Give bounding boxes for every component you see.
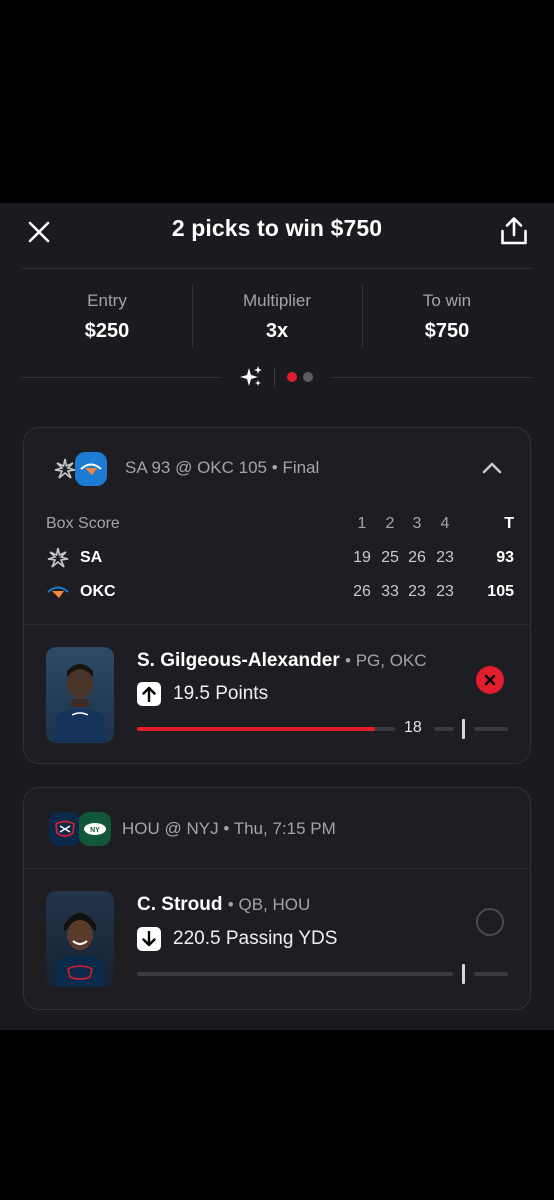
quarter-header: 2 — [385, 515, 395, 532]
box-score-label: Box Score — [46, 515, 120, 532]
chevron-up-icon[interactable] — [480, 456, 504, 480]
progress-track-over — [474, 727, 508, 731]
pick-detail-sheet: 2 picks to win $750 Entry $250 Multiplie… — [0, 203, 554, 1030]
quarter-score: 23 — [436, 549, 454, 566]
quarter-score: 23 — [408, 583, 426, 600]
player-headshot-icon — [54, 913, 106, 987]
total-score: 105 — [487, 583, 514, 600]
team-logos: NY — [49, 812, 113, 846]
player-meta: QB, HOU — [238, 895, 311, 914]
pager-dot[interactable] — [287, 372, 297, 382]
pager-dot[interactable] — [303, 372, 313, 382]
jets-logo-icon: NY — [79, 812, 111, 846]
team-name: OKC — [80, 583, 116, 600]
matchup-text: HOU @ NYJ — [122, 819, 219, 838]
share-button[interactable] — [496, 211, 532, 251]
spurs-icon — [47, 547, 69, 568]
player-meta-separator: • — [345, 651, 356, 670]
quarter-header: 4 — [440, 515, 450, 532]
status-separator: • — [223, 819, 234, 838]
box-score-row: SA 19 25 26 23 93 — [46, 543, 514, 577]
entry-value: $250 — [84, 320, 130, 342]
team-name: SA — [80, 549, 103, 566]
pager-row — [22, 365, 532, 389]
entry-stat: Entry $250 — [22, 287, 192, 349]
header-divider — [22, 268, 532, 269]
game-card-hou-nyj: NY HOU @ NYJ • Thu, 7:15 PM C. Stroud • … — [23, 787, 531, 1010]
game-header[interactable]: NY HOU @ NYJ • Thu, 7:15 PM — [24, 788, 530, 868]
texans-logo-icon — [49, 812, 81, 846]
pick-line-text: 220.5 Passing YDS — [173, 928, 338, 949]
box-score-header: Box Score 1 2 3 4 T — [46, 509, 514, 543]
progress-value: 18 — [404, 719, 422, 736]
quarter-score: 26 — [353, 583, 371, 600]
player-name-line[interactable]: S. Gilgeous-Alexander • PG, OKC — [137, 650, 427, 672]
pick-line-text: 19.5 Points — [173, 683, 269, 704]
game-matchup: SA 93 @ OKC 105 • Final — [125, 458, 319, 478]
player-headshot-icon — [54, 664, 106, 743]
player-name: S. Gilgeous-Alexander — [137, 650, 340, 671]
quarter-score: 23 — [436, 583, 454, 600]
player-name-line[interactable]: C. Stroud • QB, HOU — [137, 894, 310, 916]
quarter-header: 1 — [357, 515, 367, 532]
game-status: Final — [282, 458, 320, 477]
player-avatar[interactable] — [46, 891, 114, 987]
pick-lost-icon — [476, 666, 504, 694]
thunder-icon — [47, 586, 69, 598]
arrow-up-icon — [137, 682, 161, 706]
entry-summary: Entry $250 Multiplier 3x To win $750 — [22, 285, 532, 349]
quarter-score: 19 — [353, 549, 371, 566]
game-header[interactable]: SA 93 @ OKC 105 • Final — [24, 428, 530, 508]
progress-track-remaining — [434, 727, 454, 731]
towin-stat: To win $750 — [362, 285, 532, 349]
thunder-logo-icon — [75, 452, 107, 486]
pick-divider — [24, 624, 530, 625]
multiplier-value: 3x — [265, 320, 289, 342]
towin-label: To win — [422, 291, 472, 310]
divider-right — [330, 377, 532, 378]
player-meta: PG, OKC — [355, 651, 427, 670]
box-score-row: OKC 26 33 23 23 105 — [46, 577, 514, 611]
team-logos — [49, 452, 113, 486]
quarter-score: 25 — [381, 549, 399, 566]
quarter-score: 26 — [408, 549, 426, 566]
progress-track — [137, 972, 453, 976]
progress-fill — [137, 727, 376, 731]
pick-pending-icon — [476, 908, 504, 936]
quarter-score: 33 — [381, 583, 399, 600]
total-score: 93 — [496, 549, 514, 566]
towin-value: $750 — [424, 320, 470, 342]
progress-track-over — [474, 972, 508, 976]
sparkle-icon[interactable] — [239, 365, 263, 389]
game-matchup: HOU @ NYJ • Thu, 7:15 PM — [122, 819, 336, 839]
target-marker — [462, 719, 465, 739]
multiplier-label: Multiplier — [242, 291, 312, 310]
game-status: Thu, 7:15 PM — [233, 819, 336, 838]
entry-label: Entry — [87, 291, 127, 310]
multiplier-stat: Multiplier 3x — [192, 285, 362, 349]
matchup-text: SA 93 @ OKC 105 — [125, 458, 268, 477]
box-score: Box Score 1 2 3 4 T SA 19 25 26 23 93 OK… — [46, 509, 514, 611]
target-marker — [462, 964, 465, 984]
divider-left — [22, 377, 222, 378]
game-card-sa-okc: SA 93 @ OKC 105 • Final Box Score 1 2 3 … — [23, 427, 531, 764]
pick-line: 19.5 Points — [137, 682, 268, 706]
page-title: 2 picks to win $750 — [171, 215, 383, 241]
pick-divider — [24, 868, 530, 869]
svg-text:NY: NY — [90, 827, 100, 834]
pick-line: 220.5 Passing YDS — [137, 927, 337, 951]
player-avatar[interactable] — [46, 647, 114, 743]
status-separator: • — [271, 458, 283, 477]
pager-separator — [274, 367, 275, 387]
header: 2 picks to win $750 — [0, 203, 554, 268]
quarter-header: 3 — [412, 515, 422, 532]
total-header: T — [504, 515, 514, 532]
player-name: C. Stroud — [137, 894, 223, 915]
arrow-down-icon — [137, 927, 161, 951]
player-meta-separator: • — [227, 895, 239, 914]
share-icon — [501, 217, 527, 245]
